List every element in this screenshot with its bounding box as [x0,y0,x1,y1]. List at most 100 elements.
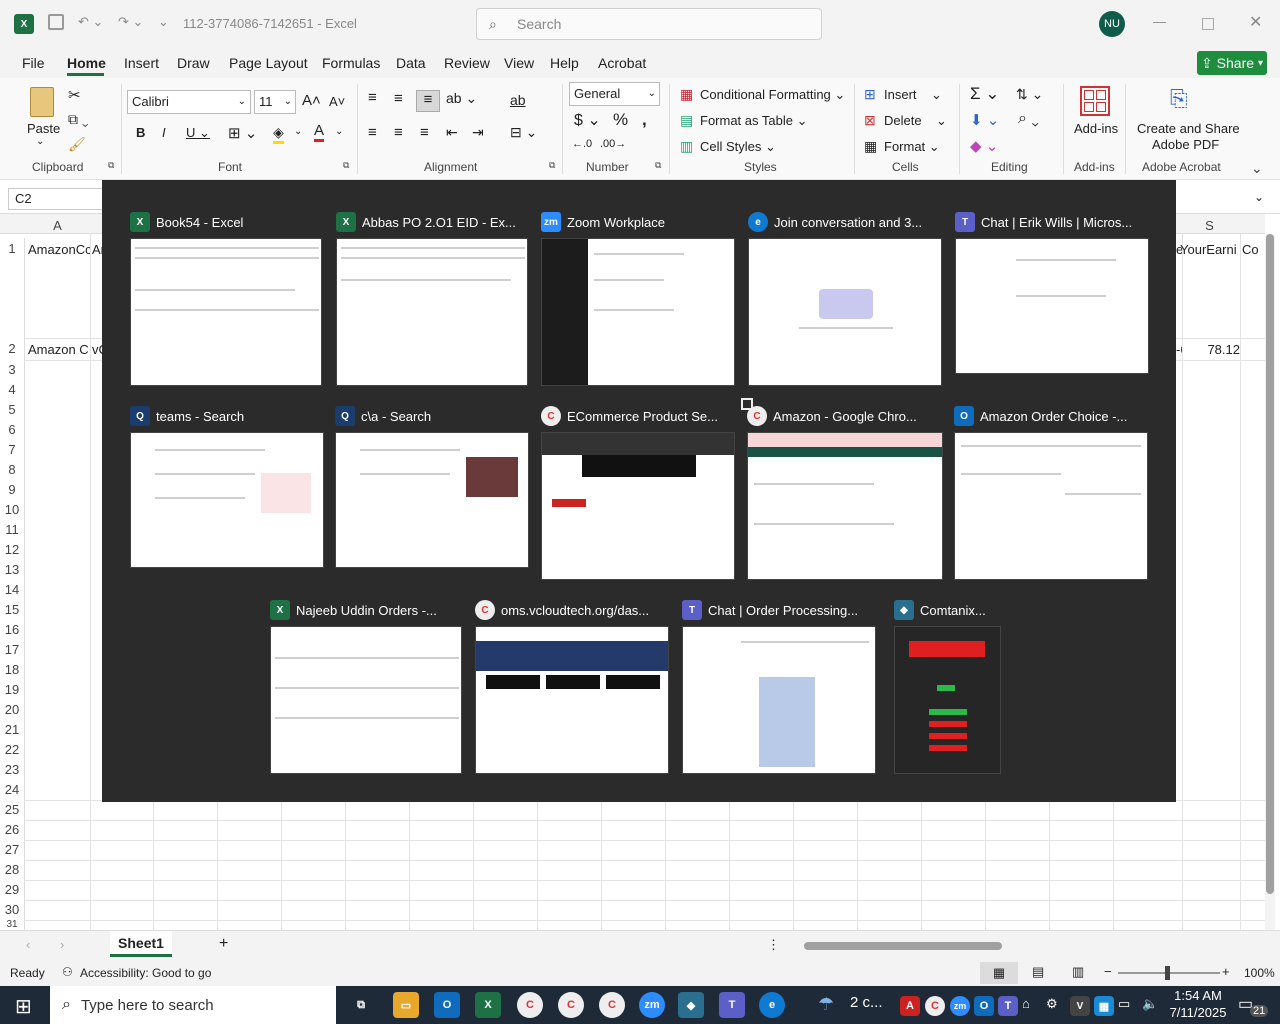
tab-formulas[interactable]: Formulas [322,55,380,71]
italic-icon[interactable]: I [162,125,166,140]
row-header[interactable]: 19 [0,680,25,700]
excel-icon[interactable]: X [475,992,501,1018]
redo-icon[interactable]: ↷ ⌄ [118,14,143,30]
row-header[interactable]: 24 [0,780,25,800]
cell-a1[interactable]: AmazonCc [28,242,90,257]
row-header[interactable]: 4 [0,380,25,400]
decrease-decimal-icon[interactable]: .00→ [600,138,626,150]
decrease-indent-icon[interactable]: ⇤ [446,124,458,141]
tab-help[interactable]: Help [550,55,579,71]
chrome-icon[interactable]: C [517,992,543,1018]
accessibility-status[interactable]: Accessibility: Good to go [80,966,211,980]
row-header[interactable]: 27 [0,840,25,860]
comma-style-icon[interactable]: , [642,110,647,130]
save-icon[interactable] [48,14,64,30]
row-header[interactable]: 15 [0,600,25,620]
row-header[interactable]: 11 [0,520,25,540]
wrap-text-icon[interactable]: ab [510,92,526,108]
acrobat-tray-icon[interactable]: A [900,996,920,1016]
page-break-view-icon[interactable]: ▥ [1072,964,1084,980]
tab-review[interactable]: Review [444,55,490,71]
col-header-s[interactable]: S [1182,218,1237,233]
next-sheet-icon[interactable]: › [60,937,64,952]
cell-b2[interactable]: vClou [92,342,102,357]
notifications-count[interactable]: 21 [1250,1005,1269,1017]
tab-insert[interactable]: Insert [124,55,159,71]
underline-icon[interactable]: U ⌄ [186,125,210,141]
row-header[interactable]: 1 [0,238,25,338]
weather-text[interactable]: 2 c... [850,994,883,1011]
addins-icon[interactable] [1080,86,1110,116]
create-pdf-icon[interactable]: ⎘ [1170,86,1188,112]
delete-cells-icon[interactable]: ⊠ [864,112,876,129]
chevron-down-icon[interactable]: ⌄ [335,126,343,137]
create-share-label-2[interactable]: Adobe PDF [1152,137,1219,152]
prev-sheet-icon[interactable]: ‹ [26,937,30,952]
teams-tray-icon[interactable]: T [998,996,1018,1016]
paste-icon[interactable] [30,87,54,117]
addins-button[interactable]: Add-ins [1074,121,1118,136]
autosum-icon[interactable]: Σ ⌄ [970,84,999,104]
dialog-launcher-icon[interactable]: ⧉ [108,160,114,171]
minimize-icon[interactable]: — [1153,14,1166,29]
expand-formula-icon[interactable]: ⌄ [1254,190,1264,204]
search-input[interactable]: ⌕ Search [476,8,822,40]
comtanix-icon[interactable]: ◆ [678,992,704,1018]
fill-color-icon[interactable]: ◈ [273,124,284,144]
cell-t1[interactable]: Co [1242,242,1262,257]
collapse-ribbon-icon[interactable]: ⌄ [1251,160,1263,177]
horizontal-scroll-thumb[interactable] [804,942,1002,950]
number-format-combo[interactable]: General ⌄ [569,82,660,106]
row-header[interactable]: 9 [0,480,25,500]
clear-icon[interactable]: ◆ ⌄ [970,137,998,155]
zoom-slider-thumb[interactable] [1165,966,1170,980]
tab-acrobat[interactable]: Acrobat [598,55,646,71]
row-header[interactable]: 8 [0,460,25,480]
edge-icon[interactable]: e [759,992,785,1018]
borders-icon[interactable]: ⊞ ⌄ [228,124,257,142]
font-size-combo[interactable]: 11 ⌄ [254,90,296,114]
row-header[interactable]: 13 [0,560,25,580]
horizontal-scrollbar[interactable] [790,939,1260,953]
percent-icon[interactable]: % [613,110,628,130]
dialog-launcher-icon[interactable]: ⧉ [549,160,555,171]
close-icon[interactable]: ✕ [1249,12,1262,32]
align-left-icon[interactable]: ≡ [368,124,377,141]
accessibility-icon[interactable]: ⚇ [62,965,73,979]
format-painter-icon[interactable]: 🖌 [68,136,86,153]
vertical-scrollbar[interactable] [1265,234,1275,930]
row-header[interactable]: 6 [0,420,25,440]
chrome-icon[interactable]: C [599,992,625,1018]
normal-view-icon[interactable]: ▦ [980,962,1018,984]
row-header[interactable]: 21 [0,720,25,740]
outlook-icon[interactable]: O [434,992,460,1018]
row-header[interactable]: 20 [0,700,25,720]
tab-file[interactable]: File [22,55,45,71]
page-layout-view-icon[interactable]: ▤ [1032,964,1044,980]
vpn-tray-icon[interactable]: V [1070,996,1090,1016]
conditional-formatting-button[interactable]: Conditional Formatting ⌄ [700,87,845,103]
more-options-icon[interactable]: ⋮ [767,937,780,953]
format-as-table-button[interactable]: Format as Table ⌄ [700,113,807,129]
share-button[interactable]: ⇪ Share ▾ [1197,51,1267,75]
currency-icon[interactable]: $ ⌄ [574,110,601,130]
task-view-icon[interactable]: ⧉ [348,992,374,1018]
settings-tray-icon[interactable]: ⚙ [1046,996,1058,1012]
row-header[interactable]: 7 [0,440,25,460]
windows-start-icon[interactable]: ⊞ [15,994,32,1019]
align-center-icon[interactable]: ≡ [394,124,403,141]
chevron-down-icon[interactable]: ⌄ [36,136,44,147]
cell-a2[interactable]: Amazon C [28,342,90,357]
chevron-down-icon[interactable]: ⌄ [294,126,302,137]
cell-s2[interactable]: 78.12 [1206,342,1240,357]
zoom-level[interactable]: 100% [1244,966,1275,980]
find-select-icon[interactable]: ⌕ ⌄ [1018,110,1039,128]
conditional-formatting-icon[interactable]: ▦ [680,86,693,103]
increase-decimal-icon[interactable]: ←.0 [572,138,592,150]
chrome-tray-icon[interactable]: C [925,996,945,1016]
volume-icon[interactable]: 🔈 [1142,996,1158,1012]
file-explorer-icon[interactable]: ▭ [393,992,419,1018]
row-header[interactable]: 10 [0,500,25,520]
delete-cells-button[interactable]: Delete ⌄ [884,113,947,129]
row-header[interactable]: 28 [0,860,25,880]
